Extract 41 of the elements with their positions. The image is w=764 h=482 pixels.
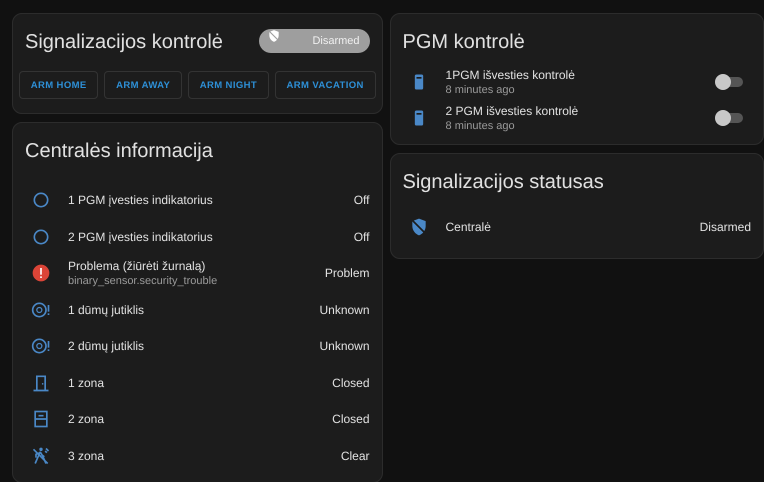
- entity-state: Closed: [332, 412, 370, 426]
- smoke-detector-icon: [31, 300, 51, 320]
- card-title: Centralės informacija: [25, 140, 213, 164]
- smoke-detector-icon: [31, 336, 51, 356]
- alert-icon: [31, 263, 51, 284]
- arm-button[interactable]: ARM NIGHT: [188, 71, 269, 99]
- toggle-switch[interactable]: [717, 113, 743, 123]
- card-title: Signalizacijos statusas: [402, 171, 604, 195]
- card-title: Signalizacijos kontrolė: [25, 31, 223, 55]
- arm-button[interactable]: ARM HOME: [19, 71, 98, 99]
- entity-secondary-text: 8 minutes ago: [446, 120, 516, 132]
- entity-state: Clear: [340, 448, 370, 463]
- entity-name[interactable]: 1 zona: [68, 376, 332, 390]
- entity-name[interactable]: 2 zona: [68, 412, 332, 426]
- entity-secondary-text: binary_sensor.security_trouble: [68, 275, 218, 288]
- entity-name[interactable]: 2 dūmų jutiklis: [68, 339, 320, 354]
- entity-state: Unknown: [319, 339, 370, 354]
- entity-state: Problem: [324, 266, 370, 280]
- entity-name[interactable]: Problema (žiūrėti žurnalą): [68, 259, 325, 274]
- entity-secondary-text: 8 minutes ago: [446, 84, 516, 96]
- toggle-switch[interactable]: [717, 77, 743, 87]
- entity-name[interactable]: 2 PGM išvesties kontrolė: [446, 104, 717, 118]
- entity-name[interactable]: Centralė: [446, 220, 700, 234]
- arm-button[interactable]: ARM VACATION: [274, 71, 376, 99]
- door-icon: [31, 372, 51, 393]
- entity-name[interactable]: 1PGM išvesties kontrolė: [446, 68, 717, 82]
- entity-name[interactable]: 1 dūmų jutiklis: [68, 302, 320, 317]
- entity-state: Disarmed: [700, 220, 751, 234]
- entity-name[interactable]: 2 PGM įvesties indikatorius: [68, 230, 354, 244]
- card-title: PGM kontrolė: [402, 31, 525, 55]
- entity-name[interactable]: 3 zona: [68, 448, 341, 463]
- entity-name[interactable]: 1 PGM įvesties indikatorius: [68, 193, 354, 208]
- circle-icon: [31, 190, 51, 210]
- entity-state: Unknown: [319, 302, 370, 317]
- badge-label: Disarmed: [312, 35, 360, 47]
- arm-button[interactable]: ARM AWAY: [104, 71, 182, 99]
- walking-person-icon: [31, 446, 51, 466]
- entity-state: Off: [354, 230, 370, 244]
- entity-state: Closed: [332, 376, 370, 390]
- circle-icon: [31, 226, 51, 247]
- entity-state: Off: [354, 193, 370, 208]
